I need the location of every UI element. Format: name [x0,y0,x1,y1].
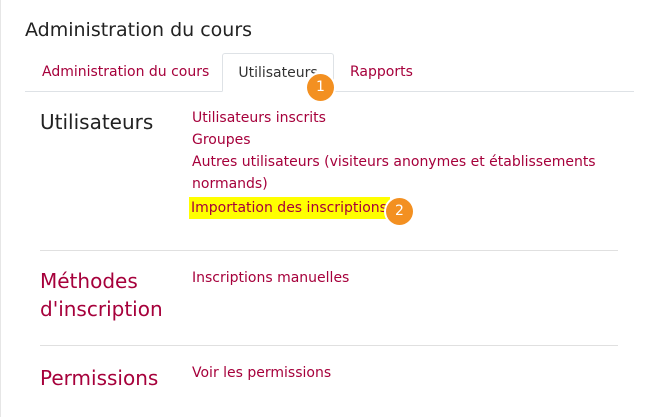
page-title: Administration du cours [25,19,253,41]
tab-reports[interactable]: Rapports [350,53,413,91]
tab-course-administration[interactable]: Administration du cours [42,53,209,91]
section-title-users: Utilisateurs [40,110,154,134]
link-import-enrolments[interactable]: Importation des inscriptions [189,197,390,219]
course-administration-panel: Administration du cours Administration d… [0,0,649,417]
section-title-permissions[interactable]: Permissions [40,364,158,392]
section-title-enrolment-methods-line1[interactable]: Méthodes [40,267,138,295]
link-view-permissions[interactable]: Voir les permissions [192,362,331,384]
link-other-users-continued[interactable]: normands) [192,173,268,195]
link-enrolled-users[interactable]: Utilisateurs inscrits [192,107,326,129]
section-divider [40,250,618,251]
section-title-enrolment-methods-line2[interactable]: d'inscription [40,295,163,323]
section-divider [40,345,618,346]
step-marker-1: 1 [307,74,334,101]
link-manual-enrolments[interactable]: Inscriptions manuelles [192,267,349,289]
link-other-users[interactable]: Autres utilisateurs (visiteurs anonymes … [192,151,596,173]
link-groups[interactable]: Groupes [192,129,251,151]
step-marker-2: 2 [386,198,413,225]
